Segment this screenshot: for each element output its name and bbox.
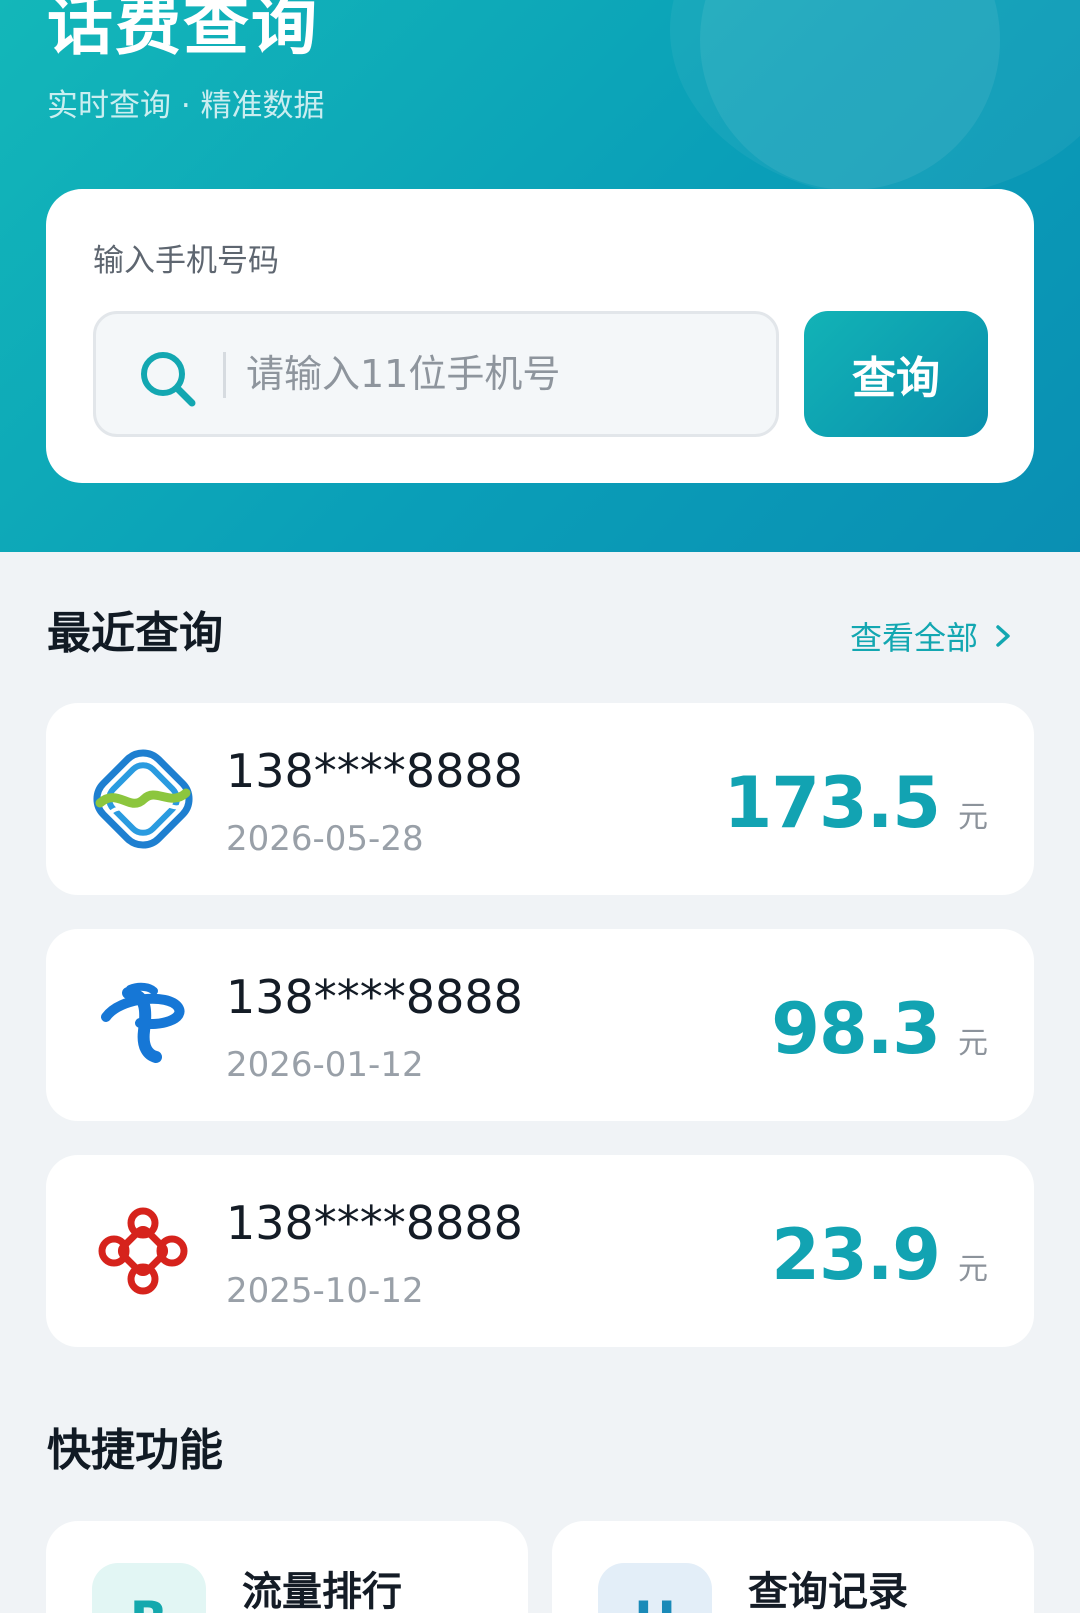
- record-phone: 138****8888: [226, 744, 523, 798]
- search-box[interactable]: [93, 311, 779, 437]
- recent-record-card[interactable]: 138****8888 2025-10-12 23.9 元: [46, 1155, 1034, 1347]
- china-telecom-logo: [101, 982, 185, 1063]
- quick-section-title: 快捷功能: [47, 1425, 223, 1476]
- recent-record-card[interactable]: 138****8888 2026-01-12 98.3 元: [46, 929, 1034, 1121]
- record-date: 2026-01-12: [226, 1045, 424, 1085]
- record-phone: 138****8888: [226, 970, 523, 1024]
- record-date: 2025-10-12: [226, 1271, 424, 1311]
- record-date: 2026-05-28: [226, 819, 424, 859]
- quick-item-label: 查询记录: [748, 1569, 908, 1613]
- amount-unit: 元: [958, 1252, 988, 1287]
- chevron-right-icon: [996, 625, 1010, 647]
- page-subtitle: 实时查询 · 精准数据: [47, 88, 325, 124]
- amount-value: 173.5: [723, 762, 941, 844]
- phone-input[interactable]: [246, 334, 746, 414]
- header-banner: 话费查询 实时查询 · 精准数据 输入手机号码 查询: [0, 0, 1080, 552]
- recent-section-title: 最近查询: [47, 608, 223, 659]
- view-all-label: 查看全部: [850, 619, 979, 657]
- record-phone: 138****8888: [226, 1196, 523, 1250]
- ranking-icon: R: [92, 1563, 206, 1613]
- quick-item-query-history[interactable]: H 查询记录: [552, 1521, 1034, 1613]
- china-mobile-logo: [93, 749, 193, 849]
- history-icon: H: [598, 1563, 712, 1613]
- view-all-link[interactable]: 查看全部: [850, 614, 1014, 658]
- search-icon: [141, 352, 196, 407]
- quick-item-label: 流量排行: [242, 1569, 402, 1613]
- recent-record-card[interactable]: 138****8888 2026-05-28 173.5 元: [46, 703, 1034, 895]
- amount-value: 23.9: [771, 1214, 941, 1296]
- record-amount: 173.5 元: [724, 761, 988, 845]
- amount-unit: 元: [958, 1026, 988, 1061]
- search-divider: [223, 352, 226, 398]
- page-title: 话费查询: [47, 0, 319, 64]
- search-card: 输入手机号码 查询: [46, 189, 1034, 483]
- record-amount: 23.9 元: [771, 1213, 988, 1297]
- china-unicom-logo: [98, 1207, 188, 1295]
- quick-item-traffic-ranking[interactable]: R 流量排行: [46, 1521, 528, 1613]
- record-amount: 98.3 元: [771, 987, 988, 1071]
- search-label: 输入手机号码: [93, 243, 279, 279]
- query-button[interactable]: 查询: [804, 311, 988, 437]
- amount-value: 98.3: [771, 988, 941, 1070]
- amount-unit: 元: [958, 800, 988, 835]
